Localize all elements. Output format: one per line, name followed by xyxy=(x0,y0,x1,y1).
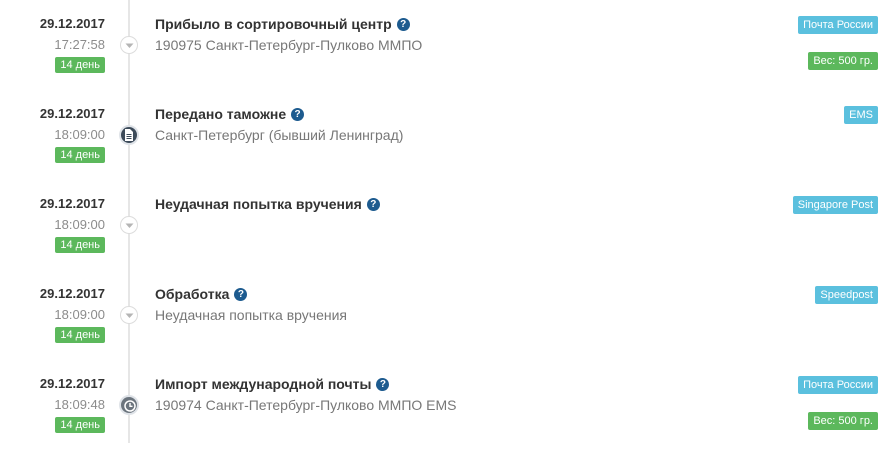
help-icon[interactable]: ? xyxy=(291,107,305,121)
help-icon[interactable]: ? xyxy=(396,17,410,31)
event-title-text: Прибыло в сортировочный центр xyxy=(155,16,392,32)
chevron-down-icon[interactable] xyxy=(120,216,138,234)
event-title-text: Неудачная попытка вручения xyxy=(155,196,362,212)
event-title-text: Обработка xyxy=(155,286,230,302)
chevron-down-icon[interactable] xyxy=(120,306,138,324)
timeline-event: 29.12.2017 17:27:58 14 день Прибыло в со… xyxy=(0,0,890,90)
day-badge: 14 день xyxy=(55,57,105,73)
help-icon[interactable]: ? xyxy=(366,197,380,211)
day-badge: 14 день xyxy=(55,417,105,433)
carrier-badge: Singapore Post xyxy=(792,196,878,214)
document-icon xyxy=(119,125,139,145)
event-time: 18:09:00 xyxy=(54,127,105,142)
event-location: Санкт-Петербург (бывший Ленинград) xyxy=(155,127,404,143)
event-time: 18:09:00 xyxy=(54,217,105,232)
day-badge: 14 день xyxy=(55,147,105,163)
event-date: 29.12.2017 xyxy=(39,376,105,391)
carrier-badge: Почта России xyxy=(798,16,878,34)
carrier-badge: EMS xyxy=(844,106,878,124)
event-location: 190974 Санкт-Петербург-Пулково ММПО EMS xyxy=(155,397,457,413)
timeline-event: 29.12.2017 18:09:00 14 день Неудачная по… xyxy=(0,180,890,270)
timeline-event: 29.12.2017 18:09:00 14 день Передано там… xyxy=(0,90,890,180)
event-title-text: Импорт международной почты xyxy=(155,376,372,392)
event-time: 17:27:58 xyxy=(54,37,105,52)
event-location: Неудачная попытка вручения xyxy=(155,307,348,323)
event-title: Импорт международной почты ? xyxy=(155,376,390,392)
event-title: Прибыло в сортировочный центр ? xyxy=(155,16,410,32)
event-date: 29.12.2017 xyxy=(39,196,105,211)
day-badge: 14 день xyxy=(55,327,105,343)
weight-badge: Вес: 500 гр. xyxy=(808,412,878,430)
weight-badge: Вес: 500 гр. xyxy=(808,52,878,70)
event-date: 29.12.2017 xyxy=(39,286,105,301)
timeline-event: 29.12.2017 18:09:48 14 день Импорт между… xyxy=(0,360,890,450)
chevron-down-icon[interactable] xyxy=(120,36,138,54)
event-title-text: Передано таможне xyxy=(155,106,287,122)
help-icon[interactable]: ? xyxy=(234,287,248,301)
carrier-badge: Speedpost xyxy=(815,286,878,304)
carrier-badge: Почта России xyxy=(798,376,878,394)
event-time: 18:09:48 xyxy=(54,397,105,412)
clock-icon xyxy=(119,395,139,415)
event-location: 190975 Санкт-Петербург-Пулково ММПО xyxy=(155,37,423,53)
timeline-event: 29.12.2017 18:09:00 14 день Обработка ? … xyxy=(0,270,890,360)
event-date: 29.12.2017 xyxy=(39,16,105,31)
event-time: 18:09:00 xyxy=(54,307,105,322)
help-icon[interactable]: ? xyxy=(376,377,390,391)
event-date: 29.12.2017 xyxy=(39,106,105,121)
day-badge: 14 день xyxy=(55,237,105,253)
event-title: Неудачная попытка вручения ? xyxy=(155,196,380,212)
event-title: Обработка ? xyxy=(155,286,248,302)
event-title: Передано таможне ? xyxy=(155,106,305,122)
